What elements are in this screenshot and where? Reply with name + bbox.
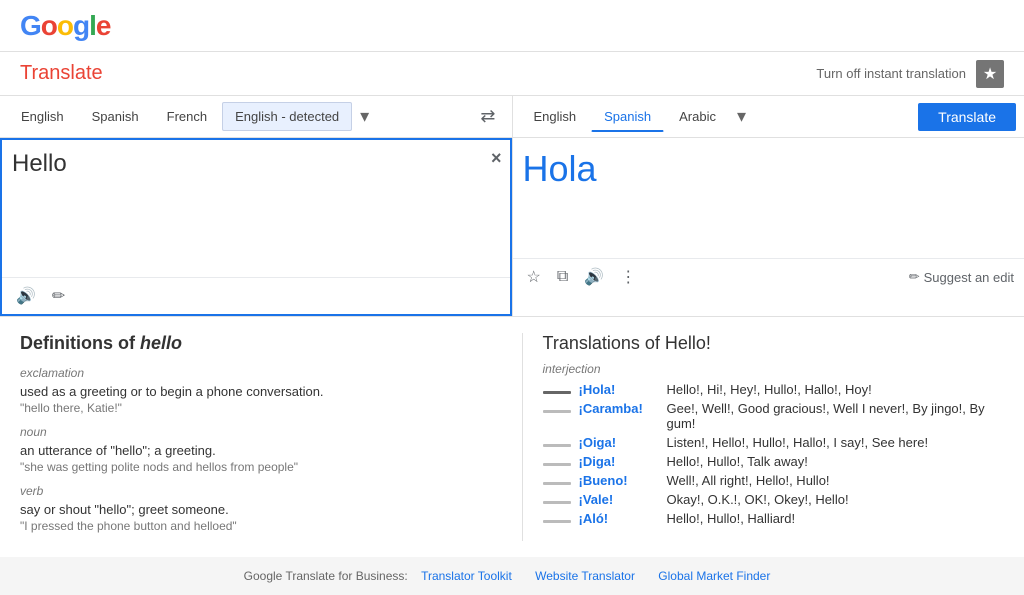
def-text-0: used as a greeting or to begin a phone c… [20, 384, 482, 399]
footer: Google Translate for Business: Translato… [0, 557, 1024, 595]
def-example-2: "I pressed the phone button and helloed" [20, 519, 482, 533]
definitions-column: Definitions of hello exclamation used as… [20, 333, 522, 541]
trans-bar-6 [543, 520, 571, 523]
source-tab-detected[interactable]: English - detected [222, 102, 352, 131]
footer-link-toolkit[interactable]: Translator Toolkit [421, 569, 512, 583]
target-tab-more-icon[interactable]: ▾ [731, 102, 752, 131]
footer-label: Google Translate for Business: [244, 569, 408, 583]
right-panel: English Spanish Arabic ▾ Translate Hola … [513, 96, 1024, 316]
instant-translate-area: Turn off instant translation ★ [816, 60, 1004, 88]
star-button[interactable]: ★ [976, 60, 1004, 88]
trans-row-1: ¡Caramba! Gee!, Well!, Good gracious!, W… [543, 401, 1005, 431]
source-tab-french[interactable]: French [154, 102, 220, 131]
trans-bar-4 [543, 482, 571, 485]
target-tab-arabic[interactable]: Arabic [666, 102, 729, 131]
source-tab-more-icon[interactable]: ▾ [354, 102, 375, 131]
translate-button[interactable]: Translate [918, 103, 1016, 131]
suggest-edit-link[interactable]: ✏ Suggest an edit [909, 269, 1014, 285]
footer-link-market-finder[interactable]: Global Market Finder [658, 569, 770, 583]
swap-languages-button[interactable]: ⇄ [472, 102, 503, 131]
source-lang-tabs: English Spanish French English - detecte… [0, 96, 512, 138]
result-controls: ☆ ⧉ 🔊 ⋮ ✏ Suggest an edit [513, 258, 1024, 295]
trans-alts-6: Hello!, Hullo!, Halliard! [667, 511, 796, 526]
trans-bar-5 [543, 501, 571, 504]
result-speaker-button[interactable]: 🔊 [580, 265, 608, 289]
definitions-title: Definitions of hello [20, 333, 482, 354]
definitions-section: Definitions of hello exclamation used as… [0, 317, 1024, 557]
target-lang-tabs: English Spanish Arabic ▾ Translate [513, 96, 1024, 138]
source-input-border: Hello × 🔊 ✏ [0, 138, 512, 316]
translator-container: English Spanish French English - detecte… [0, 96, 1024, 317]
trans-word-4: ¡Bueno! [579, 473, 659, 488]
footer-link-website-translator[interactable]: Website Translator [535, 569, 635, 583]
trans-bar-1 [543, 410, 571, 413]
trans-alts-5: Okay!, O.K.!, OK!, Okey!, Hello! [667, 492, 849, 507]
two-column-layout: Definitions of hello exclamation used as… [20, 333, 1004, 541]
trans-alts-3: Hello!, Hullo!, Talk away! [667, 454, 808, 469]
translated-text: Hola [523, 148, 1015, 190]
suggest-edit-icon: ✏ [909, 269, 920, 285]
trans-row-5: ¡Vale! Okay!, O.K.!, OK!, Okey!, Hello! [543, 492, 1005, 507]
source-area: Hello × [2, 140, 510, 277]
instant-translate-label: Turn off instant translation [816, 66, 966, 81]
suggest-edit-label: Suggest an edit [924, 270, 1014, 285]
translations-title: Translations of Hello! [543, 333, 1005, 354]
def-pos-noun: noun [20, 425, 482, 439]
def-pos-exclamation: exclamation [20, 366, 482, 380]
trans-alts-4: Well!, All right!, Hello!, Hullo! [667, 473, 830, 488]
source-tab-english[interactable]: English [8, 102, 77, 131]
trans-bar-0 [543, 391, 571, 394]
trans-word-3: ¡Diga! [579, 454, 659, 469]
clear-input-button[interactable]: × [491, 148, 502, 169]
result-share-button[interactable]: ⋮ [616, 265, 640, 289]
trans-word-2: ¡Oiga! [579, 435, 659, 450]
subtitle-bar: Translate Turn off instant translation ★ [0, 52, 1024, 96]
trans-row-4: ¡Bueno! Well!, All right!, Hello!, Hullo… [543, 473, 1005, 488]
source-speaker-button[interactable]: 🔊 [12, 284, 40, 308]
source-controls: 🔊 ✏ [2, 277, 510, 314]
page-title: Translate [20, 62, 103, 85]
trans-alts-1: Gee!, Well!, Good gracious!, Well I neve… [667, 401, 1005, 431]
trans-bar-3 [543, 463, 571, 466]
result-area: Hola [513, 138, 1024, 258]
def-text-1: an utterance of "hello"; a greeting. [20, 443, 482, 458]
def-example-0: "hello there, Katie!" [20, 401, 482, 415]
trans-row-6: ¡Aló! Hello!, Hullo!, Halliard! [543, 511, 1005, 526]
trans-word-5: ¡Vale! [579, 492, 659, 507]
left-panel: English Spanish French English - detecte… [0, 96, 513, 316]
trans-word-1: ¡Caramba! [579, 401, 659, 416]
trans-word-0: ¡Hola! [579, 382, 659, 397]
source-text-input[interactable]: Hello [12, 150, 470, 234]
result-copy-button[interactable]: ⧉ [553, 266, 572, 288]
trans-row-0: ¡Hola! Hello!, Hi!, Hey!, Hullo!, Hallo!… [543, 382, 1005, 397]
trans-word-6: ¡Aló! [579, 511, 659, 526]
def-example-1: "she was getting polite nods and hellos … [20, 460, 482, 474]
source-tab-spanish[interactable]: Spanish [79, 102, 152, 131]
header: Google [0, 0, 1024, 52]
result-star-button[interactable]: ☆ [523, 265, 545, 289]
translations-pos: interjection [543, 362, 1005, 376]
def-pos-verb: verb [20, 484, 482, 498]
trans-bar-2 [543, 444, 571, 447]
target-tab-english[interactable]: English [521, 102, 590, 131]
source-pencil-button[interactable]: ✏ [48, 284, 69, 308]
def-text-2: say or shout "hello"; greet someone. [20, 502, 482, 517]
trans-row-3: ¡Diga! Hello!, Hullo!, Talk away! [543, 454, 1005, 469]
google-logo: Google [20, 10, 110, 42]
trans-alts-0: Hello!, Hi!, Hey!, Hullo!, Hallo!, Hoy! [667, 382, 872, 397]
trans-alts-2: Listen!, Hello!, Hullo!, Hallo!, I say!,… [667, 435, 929, 450]
trans-row-2: ¡Oiga! Listen!, Hello!, Hullo!, Hallo!, … [543, 435, 1005, 450]
translations-column: Translations of Hello! interjection ¡Hol… [522, 333, 1005, 541]
target-tab-spanish[interactable]: Spanish [591, 102, 664, 132]
